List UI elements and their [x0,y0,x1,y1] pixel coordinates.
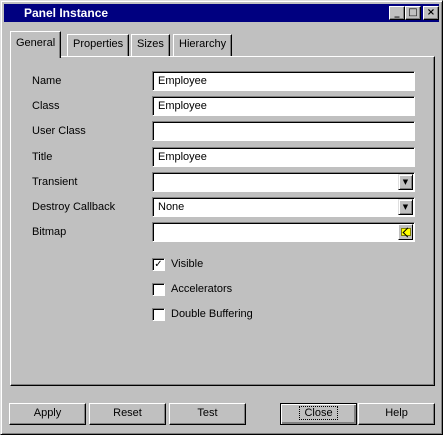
help-button[interactable]: Help [358,403,435,425]
transient-label: Transient [32,176,78,188]
browse-folder-button[interactable] [398,224,413,240]
destroy-callback-label: Destroy Callback [32,201,116,213]
name-label: Name [32,75,62,87]
visible-label: Visible [171,258,204,270]
close-window-button[interactable]: × [423,6,439,20]
title-field[interactable]: Employee [152,147,415,167]
accelerators-label: Accelerators [171,283,233,295]
close-button[interactable]: Close [280,403,357,425]
title-label: Title [32,151,53,163]
tab-sizes[interactable]: Sizes [131,34,170,56]
destroy-callback-select[interactable]: None ▼ [152,197,415,217]
minimize-button[interactable]: _ [389,6,405,20]
title-bar[interactable]: Panel Instance _ □ × [4,4,439,22]
transient-select[interactable]: ▼ [152,172,415,192]
test-button[interactable]: Test [169,403,246,425]
bitmap-field[interactable] [152,222,415,242]
tab-properties[interactable]: Properties [67,34,130,56]
tab-hierarchy[interactable]: Hierarchy [173,34,233,56]
class-label: Class [32,100,60,112]
user-class-field[interactable] [152,121,415,141]
apply-button[interactable]: Apply [9,403,86,425]
checkbox-box[interactable] [152,308,165,321]
close-button-label: Close [299,406,338,420]
destroy-callback-value: None [158,201,185,213]
chevron-down-icon[interactable]: ▼ [398,174,413,190]
name-field[interactable]: Employee [152,71,415,91]
reset-button[interactable]: Reset [89,403,166,425]
checkbox-box[interactable]: ✓ [152,258,165,271]
maximize-button[interactable]: □ [405,6,421,20]
double-buffering-label: Double Buffering [171,308,253,320]
general-tab-panel: Name Employee Class Employee User Class … [10,56,435,386]
class-field[interactable]: Employee [152,96,415,116]
user-class-label: User Class [32,125,86,137]
bitmap-label: Bitmap [32,226,67,238]
window-title: Panel Instance [24,6,109,20]
panel-instance-window: Panel Instance _ □ × General Properties … [0,0,443,435]
chevron-down-icon[interactable]: ▼ [398,199,413,215]
tab-general[interactable]: General [10,31,62,58]
checkbox-box[interactable] [152,283,165,296]
